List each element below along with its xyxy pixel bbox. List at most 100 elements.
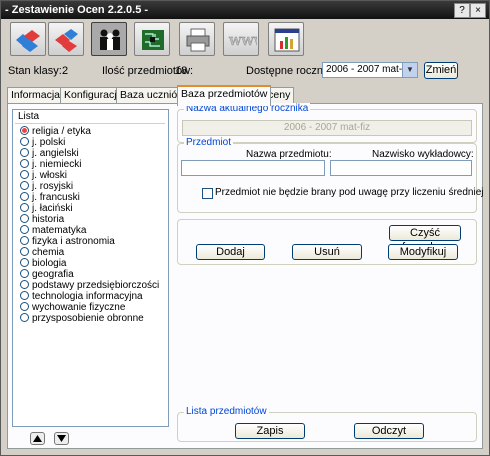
subject-name-input[interactable] [181, 160, 325, 176]
list-item[interactable]: j. angielski [20, 148, 79, 159]
radio-icon [20, 148, 29, 157]
list-item[interactable]: fizyka i astronomia [20, 236, 115, 248]
list-item[interactable]: matematyka [20, 225, 87, 237]
radio-icon [20, 170, 29, 179]
list-item-label: j. włoski [32, 170, 68, 182]
list-item-label: historia [32, 214, 65, 226]
list-item-label: podstawy przedsiębiorczości [32, 280, 160, 292]
toolbar: WWW [1, 20, 489, 60]
subject-list-group: Lista przedmiotów Zapis Odczyt [177, 406, 477, 442]
cubes-alt-icon [55, 29, 78, 52]
subject-count-value: 18 [175, 65, 188, 77]
list-item-label: religia / etyka [32, 126, 91, 138]
list-item[interactable]: j. niemiecki [20, 159, 82, 171]
list-item[interactable]: chemia [20, 247, 65, 259]
cubes-icon [16, 30, 40, 52]
change-year-button[interactable]: Zmień [424, 62, 458, 79]
radio-icon [20, 192, 29, 201]
list-item-label: j. niemiecki [32, 159, 82, 171]
list-item-label: wychowanie fizyczne [32, 302, 126, 314]
list-item[interactable]: przysposobienie obronne [20, 313, 144, 325]
status-row: Stan klasy: 2 Ilość przedmiotów: 18 Dost… [1, 60, 489, 84]
subjects-tool-button[interactable] [134, 22, 170, 56]
save-button[interactable]: Zapis [235, 423, 305, 439]
tab-informacja[interactable]: Informacja [7, 87, 65, 104]
list-item[interactable]: biologia [20, 258, 67, 270]
load-button[interactable]: Odczyt [354, 423, 424, 439]
list-item-label: j. francuski [32, 192, 80, 204]
radio-icon [20, 203, 29, 212]
class-size-value: 2 [62, 65, 69, 77]
close-button[interactable]: × [470, 3, 486, 18]
arrow-down-icon [57, 435, 66, 442]
www-tool-button[interactable]: WWW [223, 22, 259, 56]
radio-icon [20, 236, 29, 245]
radio-icon [20, 225, 29, 234]
list-item[interactable]: j. łaciński [20, 203, 73, 215]
subject-list[interactable]: Lista religia / etyka j. polski j. angie… [12, 109, 169, 427]
circuit-board-icon [142, 30, 164, 50]
class-size-label: Stan klasy: [8, 65, 62, 77]
actions-group: Czyść formularz Dodaj Usuń Modyfikuj [177, 219, 477, 265]
grades-tool-button[interactable] [268, 22, 304, 56]
radio-icon [20, 247, 29, 256]
radio-icon [20, 214, 29, 223]
teacher-name-label: Nazwisko wykładowcy: [372, 149, 474, 160]
radio-icon [20, 302, 29, 311]
move-down-button[interactable] [54, 432, 69, 445]
tab-baza-przedmiotow[interactable]: Baza przedmiotów [177, 85, 272, 106]
list-item-label: j. rosyjski [32, 181, 74, 193]
subject-list-group-title: Lista przedmiotów [184, 406, 269, 417]
modify-subject-button[interactable]: Modyfikuj [388, 244, 458, 260]
list-header: Lista [18, 111, 40, 122]
help-button[interactable]: ? [454, 3, 470, 18]
title-bar: - Zestawienie Ocen 2.2.0.5 - ? × [1, 1, 489, 19]
list-item-label: j. łaciński [32, 203, 73, 215]
list-item[interactable]: wychowanie fizyczne [20, 302, 126, 314]
info-tool-button[interactable] [10, 22, 46, 56]
people-icon [100, 29, 120, 50]
list-divider [15, 123, 165, 124]
list-item-label: fizyka i astronomia [32, 236, 115, 248]
list-item[interactable]: historia [20, 214, 65, 226]
chevron-down-icon[interactable]: ▼ [402, 63, 417, 77]
add-subject-button[interactable]: Dodaj [196, 244, 265, 260]
subject-group: Przedmiot Nazwa przedmiotu: Nazwisko wyk… [177, 137, 483, 213]
list-item[interactable]: podstawy przedsiębiorczości [20, 280, 160, 292]
current-year-field: 2006 - 2007 mat-fiz [182, 120, 472, 136]
list-item[interactable]: j. rosyjski [20, 181, 74, 193]
teacher-name-input[interactable] [330, 160, 472, 176]
list-item-label: matematyka [32, 225, 87, 237]
svg-text:WWW: WWW [228, 35, 257, 48]
list-item[interactable]: j. polski [20, 137, 65, 148]
spreadsheet-chart-icon [274, 28, 300, 52]
clear-form-button[interactable]: Czyść formularz [389, 225, 461, 253]
radio-selected-icon [20, 126, 29, 135]
list-item-label: chemia [32, 247, 65, 259]
list-item[interactable]: j. francuski [20, 192, 80, 204]
radio-icon [20, 137, 29, 146]
year-select[interactable]: 2006 - 2007 mat-fiz ▼ [322, 62, 418, 78]
list-item[interactable]: j. włoski [20, 170, 68, 182]
radio-icon [20, 280, 29, 289]
window-title: - Zestawienie Ocen 2.2.0.5 - [5, 4, 149, 16]
list-item-label: przysposobienie obronne [32, 313, 144, 325]
radio-icon [20, 313, 29, 322]
students-tool-button[interactable] [91, 22, 127, 56]
list-item[interactable]: geografia [20, 269, 74, 281]
list-item[interactable]: technologia informacyjna [20, 291, 143, 302]
print-tool-button[interactable] [179, 22, 215, 56]
config-tool-button[interactable] [48, 22, 84, 56]
exclude-average-checkbox[interactable] [202, 188, 213, 199]
move-up-button[interactable] [30, 432, 45, 445]
list-item[interactable]: religia / etyka [20, 126, 91, 138]
radio-icon [20, 269, 29, 278]
radio-icon [20, 258, 29, 267]
radio-icon [20, 181, 29, 190]
list-item-label: biologia [32, 258, 67, 270]
arrow-up-icon [33, 435, 42, 442]
subject-name-label: Nazwa przedmiotu: [246, 149, 332, 160]
list-item-label: geografia [32, 269, 74, 281]
remove-subject-button[interactable]: Usuń [292, 244, 362, 260]
main-window: - Zestawienie Ocen 2.2.0.5 - ? × WW Stan… [0, 0, 490, 456]
